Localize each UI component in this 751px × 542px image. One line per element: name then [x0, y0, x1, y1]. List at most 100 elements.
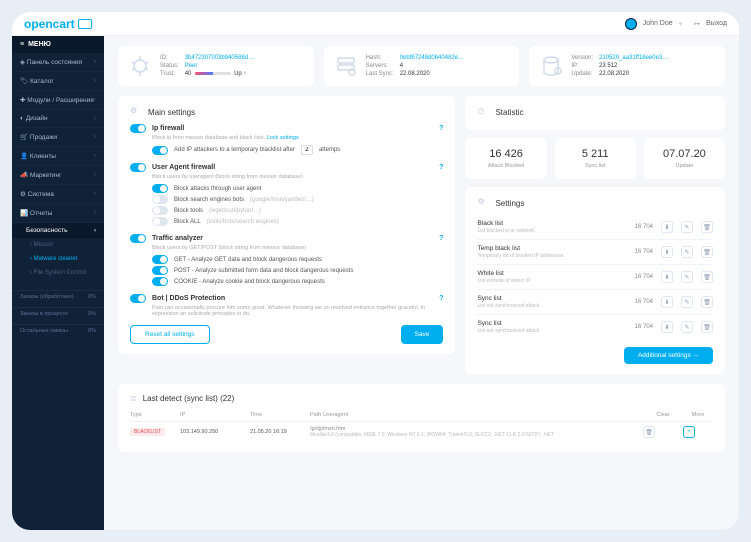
settings-row: White listList exclude of detect IP 16 70… [477, 265, 713, 290]
setting-desc: List not synchronized attack. [477, 328, 540, 334]
peer-status: Peer [185, 63, 254, 69]
delete-button[interactable]: 🗑 [701, 246, 713, 258]
info-row: ID:3b472307003b940588d… Status:Peer Trus… [118, 46, 725, 86]
sidebar-sub-security[interactable]: Безопасность› [12, 223, 104, 238]
toggle-post[interactable] [152, 266, 168, 275]
setting-desc: List not synchronized attack. [477, 303, 540, 309]
sidebar-item-dashboard[interactable]: ◈ Панель состояния› [12, 53, 104, 72]
additional-settings-button[interactable]: Additional settings → [624, 347, 713, 364]
settings-row: Temp black listTemporary list of blocked… [477, 240, 713, 265]
edit-button[interactable]: ✎ [681, 271, 693, 283]
detect-row: BLACKLIST 103.149.90.250 21.05.20 16:19 … [130, 422, 713, 442]
sidebar-item-catalog[interactable]: 🏷 Каталог› [12, 72, 104, 91]
sidebar-item-sales[interactable]: 🛒 Продажи› [12, 128, 104, 147]
edit-button[interactable]: ✎ [681, 321, 693, 333]
last-detect-card: ≣Last detect (sync list) (22) TypeIPTime… [118, 384, 725, 452]
gear-icon: ⚙ [477, 197, 489, 209]
logout-link[interactable]: Выход [706, 20, 727, 27]
edit-button[interactable]: ✎ [681, 221, 693, 233]
toggle-ip-blacklist[interactable] [152, 146, 168, 155]
sidebar-sub-fscontrol[interactable]: › File System Control [12, 266, 104, 280]
sidebar-item-clients[interactable]: 👤 Клиенты› [12, 147, 104, 166]
list-icon: ≣ [130, 394, 137, 403]
sidebar-sub-messor[interactable]: › Messor [12, 238, 104, 252]
brand-logo[interactable]: opencart [24, 17, 92, 31]
setting-count: 16 704 [635, 324, 653, 330]
section-ipfirewall: Ip firewall? Block ip from messor databa… [130, 124, 443, 155]
sidebar-item-modules[interactable]: ✚ Модули / Расширения› [12, 91, 104, 110]
help-icon[interactable]: ? [439, 125, 443, 132]
reset-button[interactable]: Reset all settings [130, 325, 210, 344]
info-card-sync: Hash:0ebf67248d0b40482e… Servers:4 Last … [324, 46, 520, 86]
setting-count: 16 704 [635, 299, 653, 305]
more-button[interactable]: + [683, 426, 695, 438]
help-icon[interactable]: ? [439, 295, 443, 302]
detect-header: TypeIPTimePath UseragentClearMore [130, 409, 713, 422]
download-button[interactable]: ⬇ [661, 221, 673, 233]
section-traffic: Traffic analyzer? Block users by GET/POS… [130, 234, 443, 286]
delete-button[interactable]: 🗑 [701, 271, 713, 283]
toggle-uafirewall[interactable] [130, 163, 146, 172]
section-uafirewall: User Agent firewall? Block users by user… [130, 163, 443, 226]
lock-settings-link[interactable]: Lock settings [267, 135, 299, 141]
ip-value: 23 512 [599, 63, 668, 69]
attempts-input[interactable] [301, 145, 313, 155]
trust-bar [195, 72, 231, 75]
user-name[interactable]: John Doe [643, 20, 673, 27]
sidebar-item-marketing[interactable]: 📣 Маркетинг› [12, 166, 104, 185]
setting-desc: List blocked ip or network. [477, 228, 535, 234]
sidebar-sub-malware[interactable]: › Malware cleaner [12, 252, 104, 266]
main-settings-title: Main settings [148, 108, 195, 117]
edit-button[interactable]: ✎ [681, 246, 693, 258]
detect-ip: 103.149.90.250 [180, 429, 250, 435]
save-button[interactable]: Save [401, 325, 444, 344]
download-button[interactable]: ⬇ [661, 321, 673, 333]
setting-desc: List exclude of detect IP [477, 278, 530, 284]
setting-count: 16 704 [635, 224, 653, 230]
sidebar-stat: Заказы в процессе0% [12, 307, 104, 320]
setting-title: Sync list [477, 320, 540, 327]
help-icon[interactable]: ? [439, 164, 443, 171]
toggle-traffic[interactable] [130, 234, 146, 243]
sidebar-item-reports[interactable]: 📊 Отчеты› [12, 204, 104, 223]
brand-text: opencart [24, 17, 75, 31]
edit-button[interactable]: ✎ [681, 296, 693, 308]
toggle-ipfirewall[interactable] [130, 124, 146, 133]
toggle-get[interactable] [152, 255, 168, 264]
trust-value: 40 Up ↑ [185, 71, 254, 77]
cart-icon [78, 19, 92, 29]
toggle-ua-all[interactable] [152, 217, 168, 226]
section-botddos: Bot | DDoS Protection? Pain can occasion… [130, 294, 443, 317]
setting-title: White list [477, 270, 530, 277]
toggle-ua-attacks[interactable] [152, 184, 168, 193]
sidebar-stat: Заказы (обработано)0% [12, 290, 104, 303]
avatar[interactable] [625, 18, 637, 30]
toggle-botddos[interactable] [130, 294, 146, 303]
toggle-ua-searchbots[interactable] [152, 195, 168, 204]
help-icon[interactable]: ? [439, 235, 443, 242]
settings-icon: ⚙ [130, 106, 142, 118]
bug-icon [128, 54, 152, 78]
download-button[interactable]: ⬇ [661, 271, 673, 283]
info-card-version: Version:210520_aa31ff18ee0e3… IP:23 512 … [529, 46, 725, 86]
toggle-ua-tools[interactable] [152, 206, 168, 215]
statistic-title: Statistic [495, 108, 523, 117]
settings-row: Sync listList not synchronized attack.16… [477, 290, 713, 315]
peer-id: 3b472307003b940588d… [185, 55, 254, 61]
stat-update: 07.07.20Update [644, 138, 725, 179]
delete-button[interactable]: 🗑 [701, 321, 713, 333]
delete-button[interactable]: 🗑 [701, 221, 713, 233]
download-button[interactable]: ⬇ [661, 246, 673, 258]
type-badge: BLACKLIST [130, 428, 165, 436]
delete-button[interactable]: 🗑 [701, 296, 713, 308]
statistic-card: ◷Statistic [465, 96, 725, 130]
sidebar-item-system[interactable]: ⚙ Система› [12, 185, 104, 204]
setting-count: 16 704 [635, 274, 653, 280]
sidebar-item-design[interactable]: ◐ Дизайн› [12, 110, 104, 128]
info-card-peer: ID:3b472307003b940588d… Status:Peer Trus… [118, 46, 314, 86]
servers-value: 4 [400, 63, 464, 69]
clear-button[interactable]: 🗑 [643, 426, 655, 438]
toggle-cookie[interactable] [152, 277, 168, 286]
main-settings-card: ⚙ Main settings Ip firewall? Block ip fro… [118, 96, 455, 354]
download-button[interactable]: ⬇ [661, 296, 673, 308]
